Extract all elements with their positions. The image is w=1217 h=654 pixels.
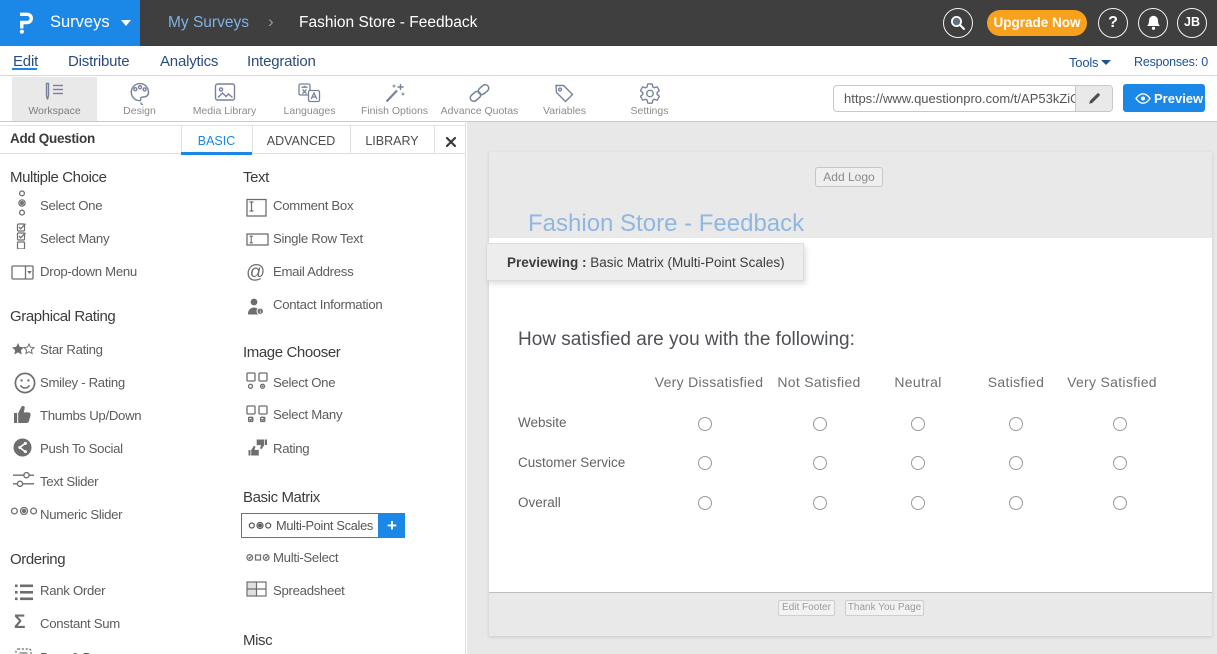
svg-text:i: i <box>260 309 261 314</box>
